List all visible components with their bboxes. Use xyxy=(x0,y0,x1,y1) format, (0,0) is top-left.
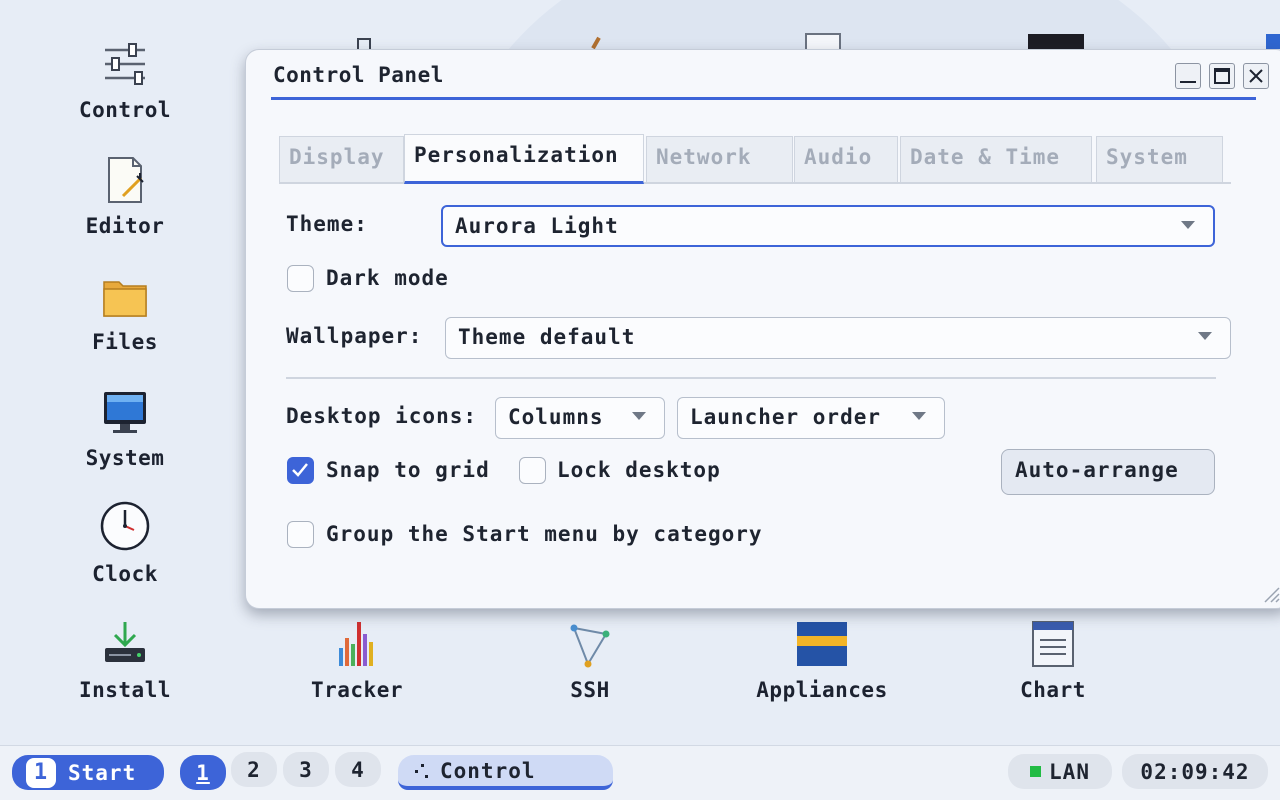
desktop-icon-clock[interactable]: Clock xyxy=(50,496,200,586)
theme-value: Aurora Light xyxy=(455,214,619,238)
tab-audio[interactable]: Audio xyxy=(794,136,898,182)
lock-desktop-label: Lock desktop xyxy=(557,458,721,482)
theme-select[interactable]: Aurora Light xyxy=(441,205,1215,247)
desktop-icon-label: Tracker xyxy=(310,678,403,702)
icon-layout-select[interactable]: Columns xyxy=(495,397,665,439)
desktop-icon-ssh[interactable]: SSH xyxy=(515,612,665,702)
workspace-button-1[interactable]: 1 xyxy=(180,755,226,790)
desktop-icon-files[interactable]: Files xyxy=(50,264,200,354)
resize-grip-icon[interactable] xyxy=(1261,584,1280,604)
tab-network[interactable]: Network xyxy=(646,136,793,182)
theme-label: Theme: xyxy=(286,212,368,236)
hidden-icon-top xyxy=(1028,34,1084,49)
dark-mode-label: Dark mode xyxy=(326,266,449,290)
start-button[interactable]: 1 Start xyxy=(12,755,164,790)
clock-icon xyxy=(50,496,200,552)
control-panel-window[interactable]: Control Panel Display Personalization Ne… xyxy=(245,49,1280,609)
desktop-icon-label: Appliances xyxy=(756,678,888,702)
snap-to-grid-checkbox[interactable] xyxy=(287,457,314,484)
workspace-button-2[interactable]: 2 xyxy=(231,752,277,787)
icon-order-select[interactable]: Launcher order xyxy=(677,397,945,439)
hidden-icon-top xyxy=(805,33,841,49)
section-divider xyxy=(286,377,1216,379)
network-status[interactable]: LAN xyxy=(1008,754,1112,789)
desktop-icon-chart[interactable]: Chart xyxy=(978,612,1128,702)
desktop-icon-label: Files xyxy=(92,330,158,354)
taskbar: 1 Start 1 2 3 4 Control LAN 02:09:42 xyxy=(0,745,1280,800)
hidden-icon-top xyxy=(1266,34,1280,49)
folder-icon xyxy=(50,264,200,320)
tab-date-time[interactable]: Date & Time xyxy=(900,136,1092,182)
taskbar-clock[interactable]: 02:09:42 xyxy=(1122,754,1268,789)
task-button-control[interactable]: Control xyxy=(398,755,613,790)
wallpaper-select[interactable]: Theme default xyxy=(445,317,1231,359)
group-start-menu-checkbox[interactable] xyxy=(287,521,314,548)
desktop-icon-control[interactable]: Control xyxy=(50,32,200,122)
icon-layout-value: Columns xyxy=(508,405,604,429)
desktop-icon-label: Editor xyxy=(85,214,165,238)
chevron-down-icon xyxy=(632,412,646,420)
sliders-icon xyxy=(50,32,200,88)
workspace-button-4[interactable]: 4 xyxy=(335,752,381,787)
minimize-button[interactable] xyxy=(1175,63,1201,89)
appliances-icon xyxy=(747,612,897,668)
desktop-icon-system[interactable]: System xyxy=(50,380,200,470)
desktop-icon-label: Chart xyxy=(1020,678,1086,702)
auto-arrange-button[interactable]: Auto-arrange xyxy=(1001,449,1215,495)
dark-mode-checkbox[interactable] xyxy=(287,265,314,292)
desktop-icon-label: Clock xyxy=(92,562,158,586)
window-title: Control Panel xyxy=(273,63,444,87)
network-label: LAN xyxy=(1049,759,1090,784)
desktop-icon-tracker[interactable]: Tracker xyxy=(282,612,432,702)
window-titlebar[interactable]: Control Panel xyxy=(271,60,1269,100)
desktop-icon-editor[interactable]: Editor xyxy=(50,148,200,238)
chart-document-icon xyxy=(978,612,1128,668)
minimize-icon xyxy=(1180,81,1196,83)
desktop-icon-label: System xyxy=(85,446,165,470)
workspace-button-3[interactable]: 3 xyxy=(283,752,329,787)
chevron-down-icon xyxy=(912,412,926,420)
checkmark-icon xyxy=(292,463,308,477)
bar-chart-icon xyxy=(282,612,432,668)
chevron-down-icon xyxy=(1198,332,1212,340)
wallpaper-value: Theme default xyxy=(458,325,636,349)
editor-icon xyxy=(50,148,200,204)
icon-order-value: Launcher order xyxy=(690,405,882,429)
close-button[interactable] xyxy=(1243,63,1269,89)
chevron-down-icon xyxy=(1181,221,1195,229)
tab-bar: Display Personalization Network Audio Da… xyxy=(279,134,1231,184)
start-label: Start xyxy=(68,760,137,785)
wallpaper-label: Wallpaper: xyxy=(286,324,423,348)
maximize-button[interactable] xyxy=(1209,63,1235,89)
group-start-menu-label: Group the Start menu by category xyxy=(326,522,763,546)
sliders-icon xyxy=(415,763,428,778)
desktop-icon-label: SSH xyxy=(570,678,610,702)
install-icon xyxy=(50,612,200,668)
desktop-icons-label: Desktop icons: xyxy=(286,404,478,428)
desktop-icon-install[interactable]: Install xyxy=(50,612,200,702)
maximize-icon xyxy=(1214,68,1230,84)
close-icon xyxy=(1249,69,1263,83)
monitor-icon xyxy=(50,380,200,436)
network-icon xyxy=(515,612,665,668)
desktop-icon-label: Control xyxy=(78,98,171,122)
tab-personalization[interactable]: Personalization xyxy=(404,134,644,184)
snap-to-grid-label: Snap to grid xyxy=(326,458,490,482)
tab-system[interactable]: System xyxy=(1096,136,1223,182)
desktop-icon-label: Install xyxy=(78,678,171,702)
desktop-icon-appliances[interactable]: Appliances xyxy=(747,612,897,702)
network-status-indicator xyxy=(1030,766,1042,777)
lock-desktop-checkbox[interactable] xyxy=(519,457,546,484)
tab-display[interactable]: Display xyxy=(279,136,404,182)
task-label: Control xyxy=(440,758,536,783)
start-number-badge: 1 xyxy=(26,757,56,788)
